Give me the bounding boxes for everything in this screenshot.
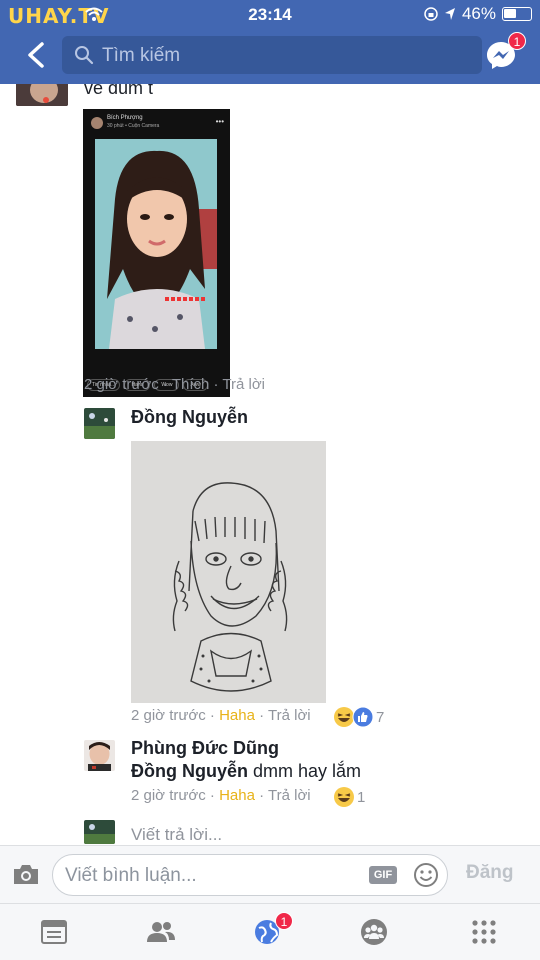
caricature-photo[interactable] bbox=[131, 441, 326, 703]
reply-link[interactable]: Trả lời bbox=[268, 707, 311, 724]
commenter-name[interactable]: Phùng Đức Dũng bbox=[131, 738, 279, 759]
camera-icon[interactable] bbox=[12, 862, 40, 886]
bottom-tab-bar: 1 bbox=[0, 903, 540, 960]
top-bar: UHAY.TV 23:14 46% Tìm kiếm 1 bbox=[0, 0, 540, 84]
reply-link[interactable]: Trả lời bbox=[268, 787, 311, 804]
smiley-icon[interactable] bbox=[413, 862, 439, 888]
story-poster: Bích Phượng bbox=[107, 115, 143, 121]
comment-composer: Viết bình luận... GIF Đăng bbox=[0, 845, 540, 903]
gif-button[interactable]: GIF bbox=[369, 866, 397, 884]
haha-emoji-icon bbox=[334, 787, 354, 807]
post-button[interactable]: Đăng bbox=[466, 862, 514, 884]
status-bar: UHAY.TV 23:14 46% bbox=[0, 0, 540, 30]
reaction-summary[interactable]: 1 bbox=[333, 786, 365, 808]
reaction-link[interactable]: Haha bbox=[219, 707, 255, 724]
notifications-badge: 1 bbox=[275, 912, 293, 930]
search-icon bbox=[75, 46, 94, 65]
reply-link[interactable]: Trả lời bbox=[222, 376, 265, 393]
caricature-drawing bbox=[131, 441, 326, 703]
comment-photo[interactable]: Bích Phượng 30 phút • Cuộn Camera ••• Ti… bbox=[83, 109, 230, 397]
selfie-photo bbox=[95, 139, 217, 349]
commenter-name[interactable]: Đồng Nguyễn bbox=[131, 407, 248, 428]
comment-meta: 2 giờ trước · Haha · Trả lời bbox=[131, 707, 311, 724]
reaction-summary[interactable]: 7 bbox=[333, 706, 384, 728]
avatar-image bbox=[84, 820, 115, 844]
comment-meta: 2 giờ trước · Haha · Trả lời bbox=[131, 787, 311, 804]
friends-icon bbox=[147, 922, 175, 942]
reaction-link[interactable]: Haha bbox=[219, 787, 255, 804]
battery-percent: 46% bbox=[461, 4, 496, 23]
reaction-count: 7 bbox=[376, 708, 385, 726]
like-reaction-icon bbox=[352, 706, 374, 728]
like-link[interactable]: Thích bbox=[172, 376, 210, 393]
battery-fill bbox=[504, 9, 516, 18]
comment-meta: 2 giờ trước · Thích · Trả lời bbox=[84, 376, 266, 393]
location-icon bbox=[444, 8, 455, 20]
story-avatar bbox=[91, 117, 103, 129]
news-feed-icon bbox=[41, 920, 67, 944]
comment-time: 2 giờ trước bbox=[131, 787, 206, 804]
messenger-button[interactable]: 1 bbox=[484, 32, 526, 72]
orientation-lock-icon bbox=[424, 7, 438, 21]
comment-input[interactable]: Viết bình luận... GIF bbox=[52, 854, 448, 896]
search-placeholder: Tìm kiếm bbox=[102, 45, 181, 66]
comment-time: 2 giờ trước bbox=[84, 376, 159, 393]
messenger-badge: 1 bbox=[508, 32, 526, 50]
avatar[interactable] bbox=[84, 408, 115, 439]
comment-text: dmm hay lắm bbox=[253, 761, 362, 781]
back-icon[interactable] bbox=[20, 38, 54, 72]
battery-icon bbox=[502, 7, 532, 21]
avatar-image bbox=[16, 84, 68, 106]
comment-time: 2 giờ trước bbox=[131, 707, 206, 724]
comment-body: Đồng Nguyễn dmm hay lắm bbox=[131, 761, 361, 782]
avatar[interactable] bbox=[84, 740, 115, 771]
tab-news-feed[interactable] bbox=[40, 918, 70, 948]
mention-tag[interactable]: Đồng Nguyễn bbox=[131, 761, 248, 781]
reaction-count: 1 bbox=[357, 788, 366, 806]
avatar-image bbox=[84, 408, 115, 439]
story-subtitle: 30 phút • Cuộn Camera bbox=[107, 123, 160, 129]
avatar-image bbox=[84, 740, 115, 771]
nav-bar: Tìm kiếm 1 bbox=[0, 32, 540, 78]
comment-placeholder: Viết bình luận... bbox=[65, 865, 197, 886]
tab-notifications[interactable]: 1 bbox=[253, 912, 293, 948]
more-icon: ••• bbox=[215, 117, 224, 126]
write-reply-prompt[interactable]: Viết trả lời... bbox=[131, 825, 222, 844]
groups-icon bbox=[361, 919, 387, 945]
tab-friends[interactable] bbox=[145, 918, 175, 948]
comment-text: vẽ dùm t bbox=[84, 84, 154, 98]
comment-thread[interactable]: vẽ dùm t Bích Phượng 30 phút • Cuộn Came… bbox=[0, 84, 540, 844]
tab-groups[interactable] bbox=[360, 918, 390, 948]
tab-menu[interactable] bbox=[470, 918, 500, 948]
avatar bbox=[84, 820, 115, 844]
menu-grid-icon bbox=[472, 920, 496, 944]
status-right: 46% bbox=[424, 4, 532, 24]
search-input[interactable]: Tìm kiếm bbox=[62, 36, 482, 74]
avatar[interactable] bbox=[16, 84, 68, 106]
